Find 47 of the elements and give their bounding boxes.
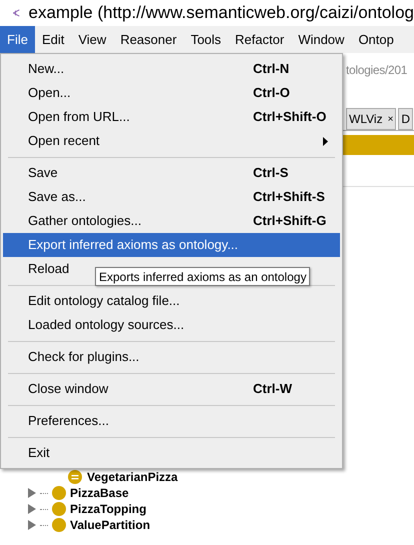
ontology-address: tologies/201	[346, 62, 408, 79]
menu-item[interactable]: Exit	[3, 441, 340, 465]
menu-item[interactable]: Open... Ctrl-O	[3, 81, 340, 105]
close-icon[interactable]: ×	[388, 112, 394, 126]
shortcut-label: Ctrl+Shift-O	[253, 108, 326, 126]
menu-title[interactable]: Window	[291, 26, 352, 53]
class-icon	[52, 518, 66, 532]
menu-title[interactable]: Ontop	[351, 26, 401, 53]
shortcut-label: Ctrl-W	[253, 380, 292, 398]
menu-item[interactable]: Save Ctrl-S	[3, 161, 340, 185]
menu-item[interactable]: Preferences...	[3, 409, 340, 433]
collapsed-arrow-icon[interactable]	[28, 488, 36, 498]
menu-item[interactable]: Loaded ontology sources...	[3, 313, 340, 337]
menu-item[interactable]: Check for plugins...	[3, 345, 340, 369]
view-tab[interactable]: WLViz ×	[346, 108, 396, 130]
class-icon	[52, 502, 66, 516]
class-icon	[52, 486, 66, 500]
submenu-arrow-icon	[323, 136, 328, 146]
menu-item[interactable]: Open recent	[3, 129, 340, 153]
menu-item[interactable]: Close window Ctrl-W	[3, 377, 340, 401]
tree-item[interactable]: ValuePartition	[70, 516, 150, 534]
equivalent-class-icon	[68, 470, 82, 484]
menu-item[interactable]: New... Ctrl-N	[3, 57, 340, 81]
menu-title[interactable]: File	[0, 26, 35, 53]
menu-title[interactable]: Reasoner	[113, 26, 184, 53]
menu-item[interactable]: Edit ontology catalog file...	[3, 289, 340, 313]
shortcut-label: Ctrl-O	[253, 84, 290, 102]
menu-title[interactable]: Edit	[34, 26, 72, 53]
collapsed-arrow-icon[interactable]	[28, 520, 36, 530]
tooltip: Exports inferred axioms as an ontology	[95, 267, 310, 286]
view-tab[interactable]: D	[398, 108, 414, 130]
menu-title[interactable]: Refactor	[228, 26, 292, 53]
tree-item[interactable]: PizzaTopping	[70, 500, 146, 518]
menu-title[interactable]: Tools	[184, 26, 228, 53]
shortcut-label: Ctrl-N	[253, 60, 290, 78]
tree-item[interactable]: VegetarianPizza	[87, 468, 178, 486]
menu-title[interactable]: View	[71, 26, 114, 53]
menu-item[interactable]: Save as... Ctrl+Shift-S	[3, 185, 340, 209]
window-title: example (http://www.semanticweb.org/caizi/ontolog	[28, 2, 414, 24]
shortcut-label: Ctrl+Shift-G	[253, 212, 326, 230]
menu-item[interactable]: Gather ontologies... Ctrl+Shift-G	[3, 209, 340, 233]
shortcut-label: Ctrl-S	[253, 164, 288, 182]
tree-item[interactable]: PizzaBase	[70, 484, 129, 502]
menu-item[interactable]: Export inferred axioms as ontology...	[3, 233, 340, 257]
collapsed-arrow-icon[interactable]	[28, 504, 36, 514]
menu-item[interactable]: Open from URL... Ctrl+Shift-O	[3, 105, 340, 129]
shortcut-label: Ctrl+Shift-S	[253, 188, 325, 206]
